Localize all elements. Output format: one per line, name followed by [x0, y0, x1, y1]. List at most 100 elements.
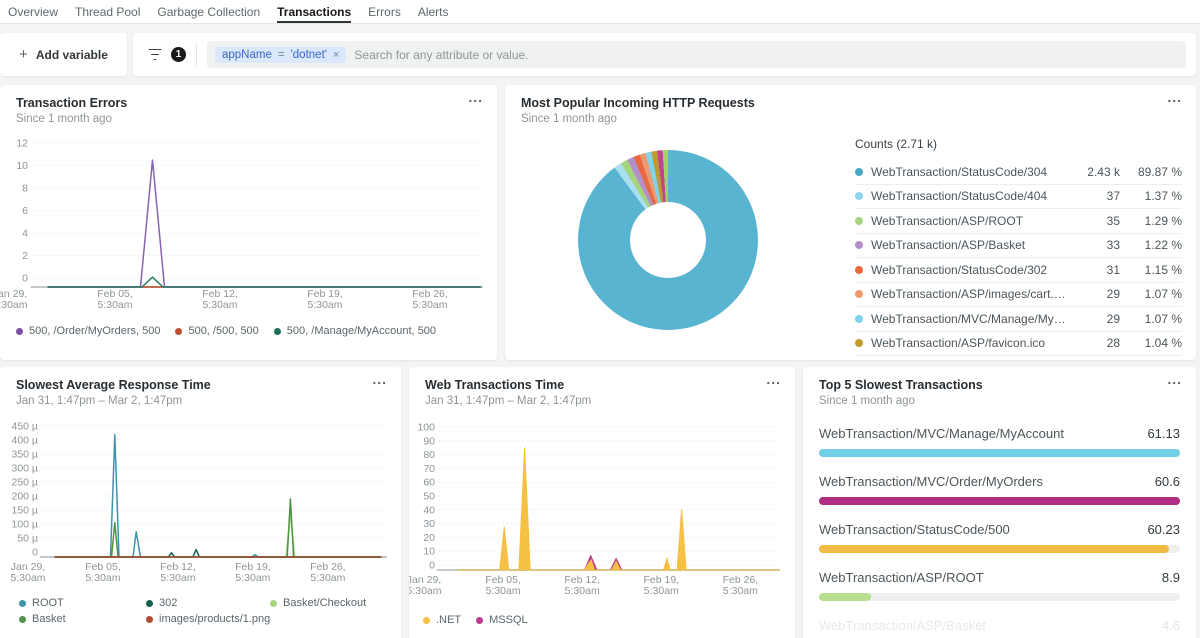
filter-count-badge: 1	[171, 47, 186, 62]
table-row[interactable]: WebTransaction/ASP/favicon.ico281.04 %	[855, 332, 1182, 357]
legend-dot-icon	[423, 617, 430, 624]
add-variable-button[interactable]: + Add variable	[0, 33, 127, 76]
row-count: 29	[1068, 312, 1120, 326]
svg-text:250 µ: 250 µ	[12, 477, 39, 489]
svg-text:Feb 12,5:30am: Feb 12,5:30am	[564, 574, 600, 597]
svg-text:150 µ: 150 µ	[12, 505, 39, 517]
series-dot-icon	[855, 290, 863, 298]
legend-item[interactable]: 500, /Order/MyOrders, 500	[16, 325, 160, 337]
top-nav-tabs: Overview Thread Pool Garbage Collection Tra…	[0, 0, 1200, 24]
table-row[interactable]: WebTransaction/ASP/Basket331.22 %	[855, 234, 1182, 259]
panel-header: Top 5 Slowest Transactions Since 1 month…	[819, 378, 1156, 407]
row-percent: 1.22 %	[1120, 238, 1182, 252]
search-input[interactable]	[354, 48, 1178, 62]
table-row[interactable]: WebTransaction/ASP/ROOT351.29 %	[855, 209, 1182, 234]
table-row[interactable]: WebTransaction/MVC/Manage/MyAccou...291.…	[855, 307, 1182, 332]
panel-menu-button[interactable]: ...	[1167, 89, 1182, 105]
row-label: WebTransaction/StatusCode/304	[871, 165, 1068, 179]
panel-web-transactions-time: Web Transactions Time Jan 31, 1:47pm – M…	[409, 367, 795, 638]
svg-text:Feb 19,5:30am: Feb 19,5:30am	[235, 561, 271, 584]
svg-text:450 µ: 450 µ	[12, 421, 39, 433]
svg-text:350 µ: 350 µ	[12, 449, 39, 461]
panel-menu-button[interactable]: ...	[1167, 371, 1182, 387]
legend-dot-icon	[476, 617, 483, 624]
series-dot-icon	[855, 241, 863, 249]
row-percent: 1.37 %	[1120, 189, 1182, 203]
legend-dot-icon	[175, 328, 182, 335]
top5-bar-list: WebTransaction/MVC/Manage/MyAccount61.13…	[819, 423, 1180, 638]
chip-close-icon[interactable]: ×	[333, 49, 339, 61]
row-count: 37	[1068, 189, 1120, 203]
tab-errors[interactable]: Errors	[368, 0, 401, 23]
panel-header: Slowest Average Response Time Jan 31, 1:…	[16, 378, 361, 407]
legend-label: ROOT	[32, 597, 64, 609]
table-row[interactable]: WebTransaction/ASP/images/cart.png291.07…	[855, 283, 1182, 308]
svg-text:2: 2	[22, 250, 28, 262]
legend-item[interactable]: 500, /Manage/MyAccount, 500	[274, 325, 436, 337]
legend-item[interactable]: .NET	[423, 614, 461, 626]
svg-text:80: 80	[423, 449, 435, 461]
series-dot-icon	[855, 266, 863, 274]
legend-label: 302	[159, 597, 177, 609]
panel-title: Web Transactions Time	[425, 378, 755, 392]
legend-item[interactable]: 302	[146, 597, 270, 609]
panel-top5-slowest: Top 5 Slowest Transactions Since 1 month…	[803, 367, 1196, 638]
table-row[interactable]: WebTransaction/StatusCode/404371.37 %	[855, 185, 1182, 210]
svg-text:Feb 19,5:30am: Feb 19,5:30am	[643, 574, 679, 597]
svg-text:12: 12	[16, 138, 28, 150]
top5-row: WebTransaction/MVC/Order/MyOrders60.6	[819, 471, 1180, 519]
row-count: 35	[1068, 214, 1120, 228]
svg-text:Feb 12,5:30am: Feb 12,5:30am	[160, 561, 196, 584]
tab-thread-pool[interactable]: Thread Pool	[75, 0, 140, 23]
legend-label: Basket/Checkout	[283, 597, 366, 609]
row-count: 28	[1068, 336, 1120, 350]
svg-text:Feb 19,5:30am: Feb 19,5:30am	[307, 288, 343, 311]
svg-text:Feb 05,5:30am: Feb 05,5:30am	[485, 574, 521, 597]
filter-funnel-icon[interactable]	[147, 48, 163, 62]
row-label: WebTransaction/StatusCode/302	[871, 263, 1068, 277]
legend-item[interactable]: MSSQL	[476, 614, 528, 626]
add-variable-label: Add variable	[36, 48, 108, 62]
panel-menu-button[interactable]: ...	[766, 371, 781, 387]
panel-header: Transaction Errors Since 1 month ago	[16, 96, 457, 125]
tab-transactions[interactable]: Transactions	[277, 0, 351, 23]
row-percent: 1.15 %	[1120, 263, 1182, 277]
panel-subtitle: Jan 31, 1:47pm – Mar 2, 1:47pm	[425, 395, 755, 407]
table-row[interactable]: WebTransaction/StatusCode/3042.43 k89.87…	[855, 160, 1182, 185]
svg-text:Jan 29,5:30am: Jan 29,5:30am	[0, 288, 28, 311]
tab-overview[interactable]: Overview	[8, 0, 58, 23]
svg-text:400 µ: 400 µ	[12, 435, 39, 447]
counts-header: Counts (2.71 k)	[855, 137, 1182, 151]
table-row[interactable]: WebTransaction/StatusCode/302311.15 %	[855, 258, 1182, 283]
top5-row: WebTransaction/MVC/Manage/MyAccount61.13	[819, 423, 1180, 471]
series-dot-icon	[855, 339, 863, 347]
chip-operator: =	[278, 49, 285, 61]
legend-item[interactable]: Basket	[19, 613, 146, 625]
filter-chip-appname[interactable]: appName = 'dotnet' ×	[215, 47, 346, 63]
dashboard-page: Overview Thread Pool Garbage Collection Tra…	[0, 0, 1200, 638]
tab-alerts[interactable]: Alerts	[418, 0, 449, 23]
series-dot-icon	[855, 192, 863, 200]
tab-garbage-collection[interactable]: Garbage Collection	[157, 0, 260, 23]
svg-text:4: 4	[22, 228, 28, 240]
bar	[819, 497, 1180, 505]
bar-track	[819, 545, 1180, 553]
panel-title: Transaction Errors	[16, 96, 457, 110]
chip-value: 'dotnet'	[291, 49, 327, 61]
panel-title: Slowest Average Response Time	[16, 378, 361, 392]
plus-icon: +	[19, 46, 28, 63]
attribute-search-field[interactable]: appName = 'dotnet' ×	[207, 41, 1186, 68]
donut-chart[interactable]	[578, 150, 758, 330]
panel-subtitle: Since 1 month ago	[521, 113, 1156, 125]
svg-text:Jan 29,5:30am: Jan 29,5:30am	[10, 561, 45, 584]
transaction-value: 61.13	[1147, 426, 1180, 441]
legend-item[interactable]: ROOT	[19, 597, 146, 609]
legend-item[interactable]: Basket/Checkout	[270, 597, 366, 609]
top5-row: WebTransaction/ASP/ROOT8.9	[819, 567, 1180, 615]
panel-menu-button[interactable]: ...	[372, 371, 387, 387]
row-percent: 1.29 %	[1120, 214, 1182, 228]
legend-item[interactable]: 500, /500, 500	[175, 325, 258, 337]
panel-subtitle: Since 1 month ago	[16, 113, 457, 125]
panel-menu-button[interactable]: ...	[468, 89, 483, 105]
legend-item[interactable]: images/products/1.png	[146, 613, 270, 625]
